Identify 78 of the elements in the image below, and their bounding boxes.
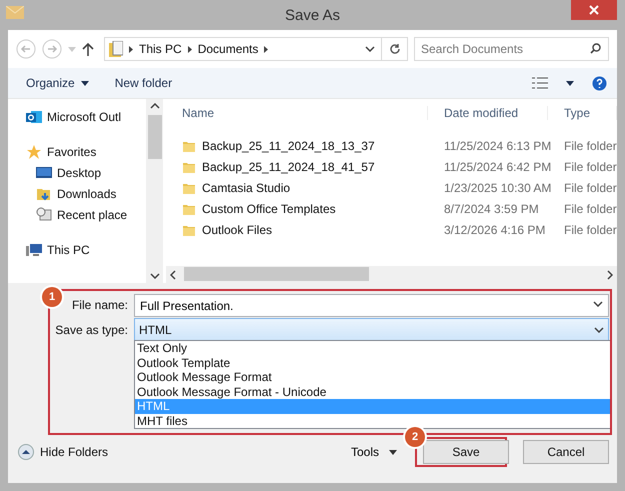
chevron-icon — [150, 103, 160, 109]
caret-icon — [566, 80, 574, 86]
sidebar-item[interactable]: Microsoft Outl — [26, 109, 146, 125]
search-icon — [590, 43, 601, 54]
file-row[interactable]: Backup_25_11_2024_18_41_57 11/25/2024 6:42 PM File folder — [166, 156, 617, 177]
sidebar-item[interactable]: Favorites — [26, 144, 146, 160]
caret-icon — [80, 80, 89, 86]
new-folder-button[interactable]: New folder — [114, 76, 172, 90]
file-row[interactable]: Camtasia Studio 1/23/2025 10:30 AM File folder — [166, 177, 617, 198]
breadcrumb-arrow-icon — [129, 46, 133, 52]
sidebar-item[interactable]: This PC — [26, 242, 146, 258]
dropdown-option[interactable]: Outlook Message Format — [135, 370, 611, 384]
caret-icon — [68, 46, 76, 52]
save-button[interactable]: Save — [423, 440, 509, 464]
refresh-icon — [388, 43, 400, 55]
chevron-icon — [365, 46, 375, 52]
chevron-icon — [170, 270, 176, 280]
envelope-icon — [6, 6, 24, 19]
dropdown-option[interactable]: Outlook Template — [135, 356, 611, 370]
up-button[interactable] — [82, 42, 94, 56]
view-options-button[interactable] — [532, 77, 548, 89]
list-view-icon — [532, 77, 548, 89]
cancel-button[interactable]: Cancel — [523, 440, 609, 464]
download-folder-icon — [36, 186, 52, 202]
mail-app-icon — [26, 109, 42, 125]
file-type-dropdown[interactable]: HTML — [134, 318, 609, 341]
step-badge: 2 — [405, 427, 425, 447]
close-icon — [589, 5, 599, 15]
help-icon — [592, 76, 607, 90]
refresh-button[interactable] — [382, 37, 408, 61]
chevron-icon — [594, 326, 604, 332]
breadcrumb-arrow-icon — [264, 46, 268, 52]
up-arrow-icon — [82, 42, 94, 56]
file-name-field[interactable]: Full Presentation. — [134, 294, 609, 317]
chevron-icon — [593, 301, 603, 307]
sidebar-item[interactable]: Recent place — [26, 207, 146, 223]
address-bar[interactable]: This PC Documents — [104, 37, 382, 61]
sidebar-item[interactable]: Desktop — [26, 165, 146, 181]
column-header[interactable]: Date modified — [428, 106, 548, 120]
folder-icon — [109, 41, 123, 57]
tools-menu[interactable]: Tools — [350, 445, 397, 459]
chevron-icon — [150, 273, 160, 279]
sidebar-item[interactable]: Downloads — [26, 186, 146, 202]
view-dropdown[interactable] — [566, 80, 574, 86]
star-icon — [26, 144, 42, 160]
field-label: File name: — [70, 298, 129, 312]
breadcrumb[interactable]: Documents — [198, 42, 258, 56]
forward-button[interactable] — [42, 39, 62, 59]
step-badge: 1 — [42, 287, 62, 307]
hide-folders-button[interactable]: Hide Folders — [18, 444, 108, 460]
dropdown-option[interactable]: Text Only — [135, 341, 611, 356]
dropdown-option[interactable]: Outlook Message Format - Unicode — [135, 384, 611, 399]
back-button[interactable] — [16, 39, 36, 59]
search-field[interactable]: Search Documents — [414, 37, 609, 61]
file-row[interactable]: Custom Office Templates 8/7/2024 3:59 PM File folder — [166, 198, 617, 219]
horizontal-scrollbar[interactable] — [166, 266, 617, 283]
field-label: Save as type: — [54, 322, 129, 336]
dropdown-option[interactable]: MHT files — [135, 414, 611, 428]
history-dropdown[interactable] — [68, 46, 76, 52]
close-button[interactable] — [571, 0, 617, 20]
scroll-thumb[interactable] — [184, 267, 369, 281]
scroll-thumb[interactable] — [148, 115, 162, 159]
file-row[interactable]: Backup_25_11_2024_18_13_37 11/25/2024 6:13 PM File folder — [166, 135, 617, 156]
window-title: Save As — [284, 6, 340, 24]
vertical-scrollbar[interactable] — [146, 99, 163, 283]
recent-icon — [36, 207, 52, 223]
monitor-icon — [36, 166, 52, 180]
column-header[interactable]: Name — [166, 106, 428, 120]
collapse-icon — [18, 444, 34, 460]
breadcrumb[interactable]: This PC — [139, 42, 182, 56]
caret-icon — [389, 450, 397, 454]
organize-menu[interactable]: Organize — [26, 76, 89, 90]
computer-icon — [26, 242, 42, 258]
breadcrumb-arrow-icon — [188, 46, 192, 52]
column-header[interactable]: Type — [548, 106, 617, 120]
chevron-icon — [607, 270, 613, 280]
file-row[interactable]: Outlook Files 3/12/2026 4:16 PM File folder — [166, 219, 617, 240]
help-button[interactable] — [592, 76, 607, 90]
